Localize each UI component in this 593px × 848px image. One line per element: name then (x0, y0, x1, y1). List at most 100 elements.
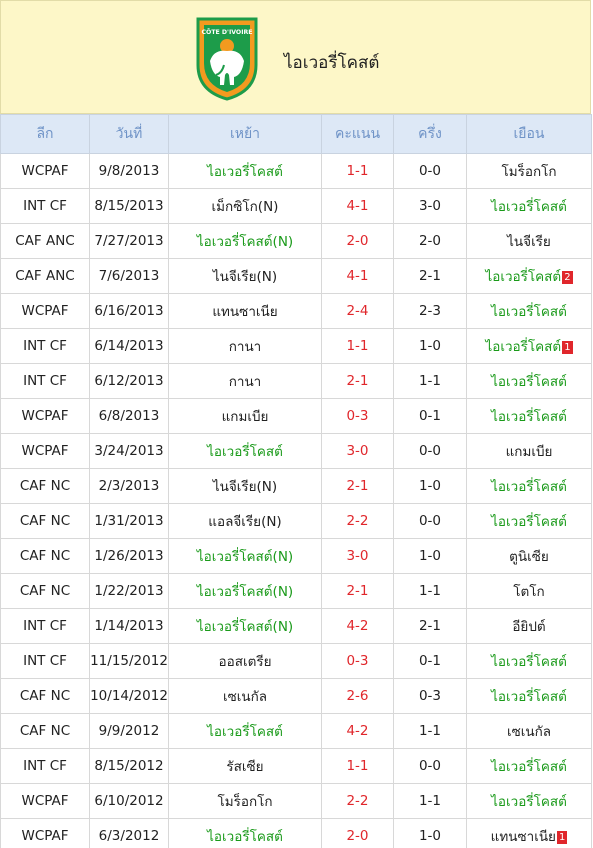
cell-away[interactable]: ไนจีเรีย (466, 223, 592, 259)
cell-score[interactable]: 2-1 (321, 573, 394, 609)
cell-league[interactable]: WCPAF (0, 398, 90, 434)
col-header-away[interactable]: เยือน (466, 114, 592, 154)
cell-league[interactable]: CAF NC (0, 538, 90, 574)
cell-home[interactable]: ไนจีเรีย(N) (168, 258, 322, 294)
cell-league[interactable]: CAF NC (0, 573, 90, 609)
cell-away[interactable]: ไอเวอรี่โคสต์ (466, 363, 592, 399)
table-row[interactable]: INT CF 8/15/2013 เม็กซิโก(N) 4-1 3-0 ไอเวอรี่… (0, 188, 592, 224)
cell-away[interactable]: ไอเวอรี่โคสต์ (466, 748, 592, 784)
cell-score[interactable]: 0-3 (321, 643, 394, 679)
cell-home[interactable]: ออสเตรีย (168, 643, 322, 679)
cell-score[interactable]: 3-0 (321, 538, 394, 574)
cell-away[interactable]: โตโก (466, 573, 592, 609)
cell-away[interactable]: แทนซาเนีย 1 (466, 818, 592, 848)
cell-away[interactable]: ไอเวอรี่โคสต์ (466, 643, 592, 679)
cell-home[interactable]: ไอเวอรี่โคสต์ (168, 153, 322, 189)
cell-score[interactable]: 2-0 (321, 818, 394, 848)
col-header-score[interactable]: คะแนน (321, 114, 394, 154)
cell-away[interactable]: ไอเวอรี่โคสต์ (466, 188, 592, 224)
table-row[interactable]: WCPAF 6/16/2013 แทนซาเนีย 2-4 2-3 ไอเวอรี่โคส… (0, 293, 592, 329)
table-row[interactable]: CAF NC 1/26/2013 ไอเวอรี่โคสต์(N) 3-0 1-0 ตูน… (0, 538, 592, 574)
cell-home[interactable]: กานา (168, 328, 322, 364)
cell-away[interactable]: ไอเวอรี่โคสต์ (466, 678, 592, 714)
cell-score[interactable]: 4-1 (321, 188, 394, 224)
cell-away[interactable]: ไอเวอรี่โคสต์ 2 (466, 258, 592, 294)
cell-score[interactable]: 1-1 (321, 328, 394, 364)
cell-away[interactable]: อียิปต์ (466, 608, 592, 644)
cell-league[interactable]: INT CF (0, 328, 90, 364)
cell-score[interactable]: 3-0 (321, 433, 394, 469)
table-row[interactable]: WCPAF 6/8/2013 แกมเบีย 0-3 0-1 ไอเวอรี่โคสต์ (0, 398, 592, 434)
cell-home[interactable]: รัสเซีย (168, 748, 322, 784)
table-row[interactable]: INT CF 6/12/2013 กานา 2-1 1-1 ไอเวอรี่โคสต์ (0, 363, 592, 399)
table-row[interactable]: CAF NC 10/14/2012 เซเนกัล 2-6 0-3 ไอเวอรี่โคส… (0, 678, 592, 714)
cell-league[interactable]: WCPAF (0, 818, 90, 848)
cell-away[interactable]: ไอเวอรี่โคสต์ (466, 503, 592, 539)
table-row[interactable]: INT CF 1/14/2013 ไอเวอรี่โคสต์(N) 4-2 2-1 อีย… (0, 608, 592, 644)
col-header-date[interactable]: วันที่ (89, 114, 169, 154)
cell-league[interactable]: CAF NC (0, 503, 90, 539)
cell-league[interactable]: INT CF (0, 608, 90, 644)
cell-away[interactable]: ตูนิเซีย (466, 538, 592, 574)
table-row[interactable]: CAF NC 1/31/2013 แอลจีเรีย(N) 2-2 0-0 ไอเวอรี… (0, 503, 592, 539)
cell-home[interactable]: ไอเวอรี่โคสต์ (168, 713, 322, 749)
cell-away[interactable]: เซเนกัล (466, 713, 592, 749)
table-row[interactable]: INT CF 8/15/2012 รัสเซีย 1-1 0-0 ไอเวอรี่โคสต… (0, 748, 592, 784)
cell-score[interactable]: 2-1 (321, 468, 394, 504)
cell-away[interactable]: ไอเวอรี่โคสต์ (466, 783, 592, 819)
cell-score[interactable]: 1-1 (321, 153, 394, 189)
cell-home[interactable]: แทนซาเนีย (168, 293, 322, 329)
cell-home[interactable]: ไนจีเรีย(N) (168, 468, 322, 504)
cell-league[interactable]: CAF NC (0, 468, 90, 504)
cell-home[interactable]: เซเนกัล (168, 678, 322, 714)
cell-home[interactable]: ไอเวอรี่โคสต์ (168, 433, 322, 469)
cell-home[interactable]: ไอเวอรี่โคสต์ (168, 818, 322, 848)
cell-league[interactable]: CAF ANC (0, 258, 90, 294)
cell-home[interactable]: กานา (168, 363, 322, 399)
cell-away[interactable]: ไอเวอรี่โคสต์ 1 (466, 328, 592, 364)
table-row[interactable]: INT CF 11/15/2012 ออสเตรีย 0-3 0-1 ไอเวอรี่โค… (0, 643, 592, 679)
cell-away[interactable]: ไอเวอรี่โคสต์ (466, 293, 592, 329)
col-header-home[interactable]: เหย้า (168, 114, 322, 154)
table-row[interactable]: CAF NC 1/22/2013 ไอเวอรี่โคสต์(N) 2-1 1-1 โตโ… (0, 573, 592, 609)
cell-away[interactable]: แกมเบีย (466, 433, 592, 469)
cell-home[interactable]: แกมเบีย (168, 398, 322, 434)
cell-home[interactable]: เม็กซิโก(N) (168, 188, 322, 224)
cell-league[interactable]: CAF NC (0, 678, 90, 714)
cell-home[interactable]: ไอเวอรี่โคสต์(N) (168, 223, 322, 259)
table-row[interactable]: INT CF 6/14/2013 กานา 1-1 1-0 ไอเวอรี่โคสต์ 1 (0, 328, 592, 364)
cell-score[interactable]: 4-2 (321, 713, 394, 749)
table-row[interactable]: WCPAF 6/3/2012 ไอเวอรี่โคสต์ 2-0 1-0 แทนซาเนี… (0, 818, 592, 848)
cell-away[interactable]: ไอเวอรี่โคสต์ (466, 398, 592, 434)
cell-home[interactable]: ไอเวอรี่โคสต์(N) (168, 573, 322, 609)
cell-score[interactable]: 4-2 (321, 608, 394, 644)
cell-away[interactable]: โมร็อกโก (466, 153, 592, 189)
cell-league[interactable]: WCPAF (0, 153, 90, 189)
cell-home[interactable]: แอลจีเรีย(N) (168, 503, 322, 539)
cell-score[interactable]: 4-1 (321, 258, 394, 294)
table-row[interactable]: CAF NC 2/3/2013 ไนจีเรีย(N) 2-1 1-0 ไอเวอรี่โ… (0, 468, 592, 504)
cell-home[interactable]: ไอเวอรี่โคสต์(N) (168, 538, 322, 574)
cell-score[interactable]: 2-6 (321, 678, 394, 714)
cell-league[interactable]: INT CF (0, 188, 90, 224)
cell-score[interactable]: 2-2 (321, 503, 394, 539)
cell-league[interactable]: CAF NC (0, 713, 90, 749)
table-row[interactable]: WCPAF 3/24/2013 ไอเวอรี่โคสต์ 3-0 0-0 แกมเบีย (0, 433, 592, 469)
table-row[interactable]: CAF NC 9/9/2012 ไอเวอรี่โคสต์ 4-2 1-1 เซเนกัล (0, 713, 592, 749)
cell-score[interactable]: 2-1 (321, 363, 394, 399)
table-row[interactable]: CAF ANC 7/27/2013 ไอเวอรี่โคสต์(N) 2-0 2-0 ไน… (0, 223, 592, 259)
table-row[interactable]: WCPAF 9/8/2013 ไอเวอรี่โคสต์ 1-1 0-0 โมร็อกโก (0, 153, 592, 189)
col-header-half[interactable]: ครึ่ง (393, 114, 467, 154)
cell-league[interactable]: INT CF (0, 363, 90, 399)
cell-league[interactable]: CAF ANC (0, 223, 90, 259)
cell-score[interactable]: 0-3 (321, 398, 394, 434)
table-row[interactable]: CAF ANC 7/6/2013 ไนจีเรีย(N) 4-1 2-1 ไอเวอรี่… (0, 258, 592, 294)
cell-away[interactable]: ไอเวอรี่โคสต์ (466, 468, 592, 504)
cell-league[interactable]: WCPAF (0, 293, 90, 329)
cell-score[interactable]: 1-1 (321, 748, 394, 784)
cell-score[interactable]: 2-4 (321, 293, 394, 329)
cell-score[interactable]: 2-2 (321, 783, 394, 819)
cell-score[interactable]: 2-0 (321, 223, 394, 259)
col-header-league[interactable]: ลีก (0, 114, 90, 154)
cell-league[interactable]: INT CF (0, 748, 90, 784)
